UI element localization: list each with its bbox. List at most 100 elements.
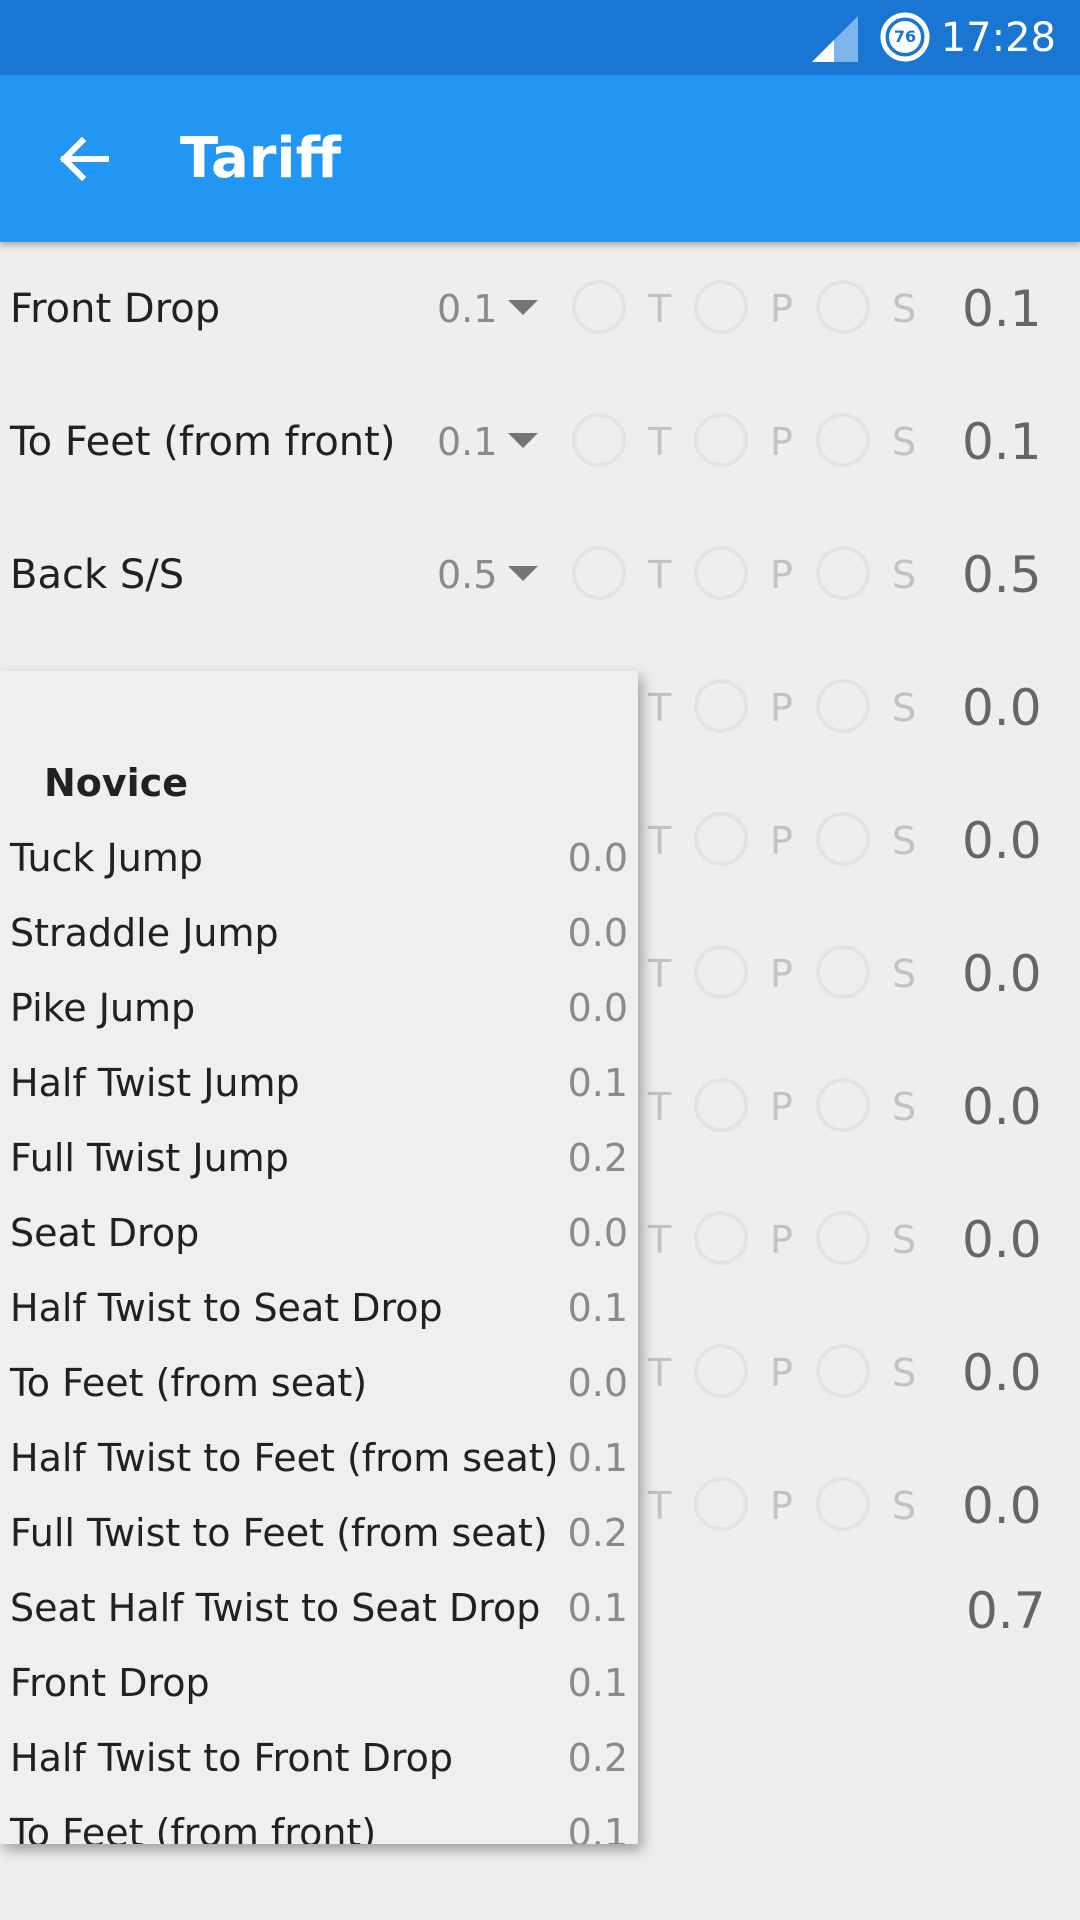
popup-item-name: Full Twist Jump [10, 1136, 289, 1180]
popup-list-item[interactable]: Half Twist Jump 0.1 [0, 1046, 638, 1121]
popup-list-item[interactable]: Full Twist to Feet (from seat) 0.2 [0, 1496, 638, 1571]
dropdown-arrow-icon[interactable] [508, 300, 538, 315]
popup-item-name: Half Twist to Seat Drop [10, 1286, 443, 1330]
shape-radio[interactable] [816, 679, 870, 733]
routine-row: Front Drop 0.1 T P S 0.1 [0, 243, 1080, 376]
routine-row: Back S/S 0.5 T P S 0.5 [0, 509, 1080, 642]
popup-list-item[interactable]: Front Drop 0.1 [0, 1646, 638, 1721]
shape-radio-label: P [770, 287, 793, 331]
popup-list-item[interactable]: Seat Drop 0.0 [0, 1196, 638, 1271]
popup-item-name: Full Twist to Feet (from seat) [10, 1511, 548, 1555]
shape-radio-label: T [648, 686, 672, 730]
shape-radio[interactable] [816, 945, 870, 999]
shape-radio[interactable] [816, 1344, 870, 1398]
shape-radio[interactable] [694, 546, 748, 600]
popup-list-item[interactable]: Pike Jump 0.0 [0, 971, 638, 1046]
shape-radio[interactable] [572, 280, 626, 334]
battery-level: 76 [893, 27, 917, 46]
popup-item-value: 0.0 [567, 1361, 628, 1405]
popup-list-item[interactable]: Tuck Jump 0.0 [0, 821, 638, 896]
skill-name[interactable]: Back S/S [10, 509, 184, 642]
popup-list-item[interactable]: Full Twist Jump 0.2 [0, 1121, 638, 1196]
shape-radio[interactable] [816, 1078, 870, 1132]
shape-radio[interactable] [694, 679, 748, 733]
dropdown-arrow-icon[interactable] [508, 566, 538, 581]
popup-item-name: Seat Drop [10, 1211, 200, 1255]
shape-radio-label: T [648, 420, 672, 464]
row-total: 0.0 [962, 1344, 1042, 1402]
popup-list-item[interactable]: Straddle Jump 0.0 [0, 896, 638, 971]
signal-icon [812, 16, 858, 62]
shape-radio[interactable] [816, 413, 870, 467]
shape-radio-label: S [892, 686, 917, 730]
skill-tariff-select[interactable]: 0.5 [437, 509, 497, 642]
popup-item-value: 0.1 [567, 1436, 628, 1480]
dropdown-arrow-icon[interactable] [508, 433, 538, 448]
shape-radio[interactable] [572, 413, 626, 467]
shape-radio-label: T [648, 1218, 672, 1262]
shape-radio[interactable] [694, 280, 748, 334]
shape-radio[interactable] [816, 812, 870, 866]
shape-radio-label: T [648, 1351, 672, 1395]
status-time: 17:28 [940, 15, 1056, 61]
shape-radio-label: S [892, 1484, 917, 1528]
popup-item-name: Seat Half Twist to Seat Drop [10, 1586, 541, 1630]
popup-list-item[interactable]: Half Twist to Seat Drop 0.1 [0, 1271, 638, 1346]
shape-radio-label: P [770, 686, 793, 730]
popup-list-item[interactable]: Seat Half Twist to Seat Drop 0.1 [0, 1571, 638, 1646]
shape-radio-label: P [770, 819, 793, 863]
shape-radio-label: P [770, 952, 793, 996]
shape-radio-label: S [892, 553, 917, 597]
popup-item-name: Half Twist to Feet (from seat) [10, 1436, 559, 1480]
row-total: 0.0 [962, 1078, 1042, 1136]
shape-radio[interactable] [816, 280, 870, 334]
popup-list-item[interactable]: Half Twist to Front Drop 0.2 [0, 1721, 638, 1796]
popup-list-item[interactable]: To Feet (from seat) 0.0 [0, 1346, 638, 1421]
battery-icon: 76 [880, 12, 930, 62]
arrow-back-icon[interactable] [56, 131, 112, 187]
row-total: 0.0 [962, 1211, 1042, 1269]
popup-list-item[interactable]: Half Twist to Feet (from seat) 0.1 [0, 1421, 638, 1496]
popup-item-name: Half Twist Jump [10, 1061, 300, 1105]
skill-name[interactable]: Front Drop [10, 243, 220, 376]
popup-item-name: Front Drop [10, 1661, 210, 1705]
app-bar: Tariff [0, 75, 1080, 242]
skill-tariff-select[interactable]: 0.1 [437, 243, 497, 376]
shape-radio-label: S [892, 287, 917, 331]
shape-radio[interactable] [694, 945, 748, 999]
shape-radio[interactable] [572, 546, 626, 600]
row-total: 0.5 [962, 546, 1042, 604]
shape-radio[interactable] [694, 413, 748, 467]
skill-dropdown-popup[interactable]: Novice Tuck Jump 0.0 Straddle Jump 0.0 Pike … [0, 671, 638, 1844]
skill-name[interactable]: To Feet (from front) [10, 376, 395, 509]
shape-radio[interactable] [816, 1477, 870, 1531]
shape-radio[interactable] [694, 1211, 748, 1265]
shape-radio-label: S [892, 1351, 917, 1395]
row-total: 0.0 [962, 945, 1042, 1003]
shape-radio-label: P [770, 420, 793, 464]
shape-radio-label: P [770, 1218, 793, 1262]
shape-radio[interactable] [694, 1078, 748, 1132]
shape-radio-label: P [770, 1484, 793, 1528]
shape-radio-label: P [770, 1085, 793, 1129]
shape-radio[interactable] [694, 1344, 748, 1398]
popup-header: Novice [44, 761, 189, 805]
shape-radio-label: T [648, 1484, 672, 1528]
shape-radio[interactable] [694, 812, 748, 866]
popup-item-value: 0.2 [567, 1511, 628, 1555]
shape-radio-label: S [892, 1218, 917, 1262]
shape-radio-label: P [770, 1351, 793, 1395]
routine-row: To Feet (from front) 0.1 T P S 0.1 [0, 376, 1080, 509]
popup-item-value: 0.0 [567, 836, 628, 880]
popup-item-value: 0.1 [567, 1811, 628, 1844]
popup-list-item[interactable]: To Feet (from front) 0.1 [0, 1796, 638, 1844]
popup-item-name: Straddle Jump [10, 911, 279, 955]
skill-tariff-select[interactable]: 0.1 [437, 376, 497, 509]
row-total: 0.0 [962, 679, 1042, 737]
grand-total: 0.7 [966, 1582, 1046, 1640]
shape-radio[interactable] [694, 1477, 748, 1531]
shape-radio[interactable] [816, 546, 870, 600]
popup-item-name: To Feet (from front) [10, 1811, 377, 1844]
shape-radio[interactable] [816, 1211, 870, 1265]
popup-item-value: 0.2 [567, 1736, 628, 1780]
